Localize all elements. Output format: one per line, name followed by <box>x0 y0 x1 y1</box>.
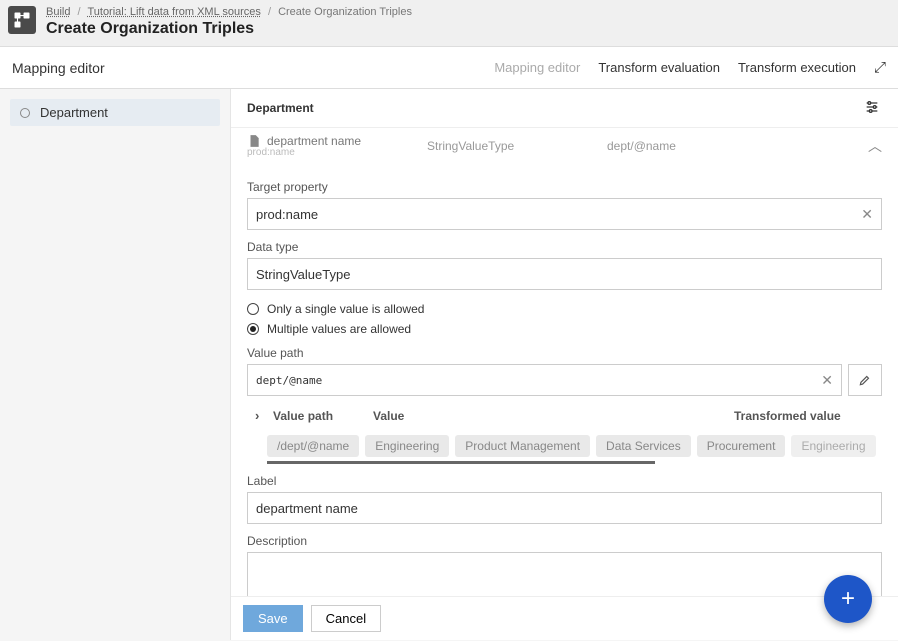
data-type-input[interactable] <box>256 267 873 282</box>
plus-icon: + <box>841 585 855 613</box>
property-type: StringValueType <box>427 139 607 153</box>
header-text: Build / Tutorial: Lift data from XML sou… <box>46 6 412 38</box>
add-fab-button[interactable]: + <box>824 575 872 623</box>
main-header: Department <box>231 89 898 128</box>
app-logo[interactable] <box>8 6 36 34</box>
topbar: Build / Tutorial: Lift data from XML sou… <box>0 0 898 47</box>
tree-item-department[interactable]: Department <box>10 99 220 126</box>
tree-item-radio-icon <box>20 108 30 118</box>
chip-value: Data Services <box>596 435 691 457</box>
settings-icon[interactable] <box>864 99 882 117</box>
property-summary-row[interactable]: department name prod:name StringValueTyp… <box>231 128 898 162</box>
value-path-row: ✕ <box>247 364 882 396</box>
label-input[interactable] <box>256 501 873 516</box>
label-input-wrap[interactable] <box>247 492 882 524</box>
description-label: Description <box>247 534 882 548</box>
expand-icon[interactable]: ⤢ <box>874 59 886 76</box>
radio-icon <box>247 303 259 315</box>
cancel-button[interactable]: Cancel <box>311 605 381 632</box>
clear-icon[interactable]: ✕ <box>861 206 873 223</box>
radio-multiple-values[interactable]: Multiple values are allowed <box>247 322 882 336</box>
preview-col-transformed: Transformed value <box>734 409 874 423</box>
breadcrumb-item-current: Create Organization Triples <box>278 6 412 18</box>
chip-value: Product Management <box>455 435 590 457</box>
tabbar-right: Mapping editor Transform evaluation Tran… <box>494 59 886 76</box>
chip-value: Engineering <box>365 435 449 457</box>
target-property-input-wrap[interactable]: ✕ <box>247 198 882 230</box>
property-subname: prod:name <box>247 147 427 158</box>
preview-chips[interactable]: /dept/@name Engineering Product Manageme… <box>247 431 882 459</box>
main-panel: Department department name prod:name Str… <box>230 89 898 640</box>
target-property-label: Target property <box>247 180 882 194</box>
document-icon <box>247 134 261 148</box>
chip-path: /dept/@name <box>267 435 359 457</box>
value-path-input[interactable] <box>256 374 833 387</box>
chip-value: Engineering <box>791 435 875 457</box>
clear-icon[interactable]: ✕ <box>821 372 833 389</box>
logo-icon <box>13 11 31 29</box>
chip-value: Marketing Man <box>882 435 883 457</box>
expand-preview-icon[interactable]: › <box>255 408 273 423</box>
radio-multi-label: Multiple values are allowed <box>267 322 411 336</box>
value-path-input-wrap[interactable]: ✕ <box>247 364 842 396</box>
data-type-input-wrap[interactable] <box>247 258 882 290</box>
content: Department Department department name pr… <box>0 89 898 640</box>
breadcrumb-separator: / <box>78 6 81 18</box>
preview-col-value: Value <box>373 409 734 423</box>
radio-single-label: Only a single value is allowed <box>267 302 424 316</box>
sidebar: Department <box>0 89 230 640</box>
breadcrumb-item-tutorial[interactable]: Tutorial: Lift data from XML sources <box>87 6 260 18</box>
tab-transform-evaluation[interactable]: Transform evaluation <box>598 60 720 75</box>
save-button[interactable]: Save <box>243 605 303 632</box>
form-footer: Save Cancel <box>231 596 898 640</box>
data-type-label: Data type <box>247 240 882 254</box>
property-path: dept/@name <box>607 139 868 153</box>
form-section: Target property ✕ Data type Only a singl… <box>231 162 898 626</box>
edit-path-button[interactable] <box>848 364 882 396</box>
breadcrumb-item-build[interactable]: Build <box>46 6 70 18</box>
radio-single-value[interactable]: Only a single value is allowed <box>247 302 882 316</box>
target-property-input[interactable] <box>256 207 873 222</box>
tab-transform-execution[interactable]: Transform execution <box>738 60 856 75</box>
main-header-title: Department <box>247 101 314 115</box>
collapse-icon[interactable]: ︿ <box>868 136 882 156</box>
preview-col-path: Value path <box>273 409 373 423</box>
value-path-label: Value path <box>247 346 882 360</box>
radio-icon-checked <box>247 323 259 335</box>
tab-mapping-editor[interactable]: Mapping editor <box>494 60 580 75</box>
pencil-icon <box>858 373 872 387</box>
breadcrumb: Build / Tutorial: Lift data from XML sou… <box>46 6 412 18</box>
page-title: Create Organization Triples <box>46 20 412 38</box>
tabbar-title: Mapping editor <box>12 60 494 76</box>
property-name: department name <box>267 134 361 148</box>
tree-item-label: Department <box>40 105 108 120</box>
preview-header: › Value path Value Transformed value <box>247 396 882 431</box>
label-field-label: Label <box>247 474 882 488</box>
cardinality-radio-group: Only a single value is allowed Multiple … <box>247 302 882 336</box>
chips-scrollbar[interactable] <box>267 461 655 464</box>
tabbar: Mapping editor Mapping editor Transform … <box>0 47 898 89</box>
chip-value: Procurement <box>697 435 786 457</box>
breadcrumb-separator: / <box>268 6 271 18</box>
